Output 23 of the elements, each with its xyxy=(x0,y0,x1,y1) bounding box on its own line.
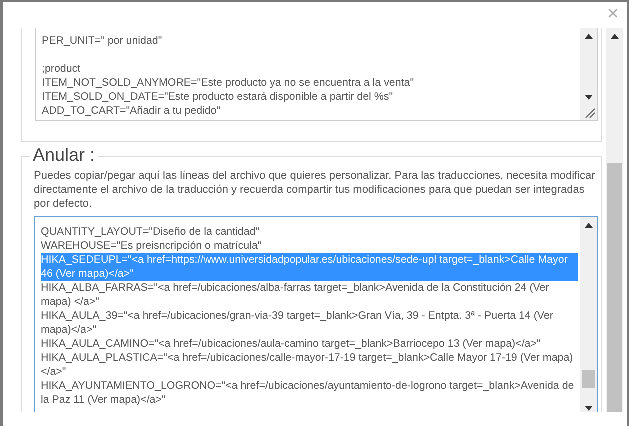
scroll-down-icon[interactable] xyxy=(584,406,592,411)
scrollbar-thumb[interactable] xyxy=(582,370,595,388)
scroll-up-icon[interactable] xyxy=(584,34,592,39)
code-line: ADD_TO_CART="Añadir a tu pedido" xyxy=(42,104,222,118)
scroll-up-icon[interactable] xyxy=(610,34,618,39)
code-line: ITEM_NOT_SOLD_ANYMORE="Este producto ya no se encuentra a la venta" xyxy=(42,76,416,90)
code-line: HIKA_AULA_39="<a href=/ubicaciones/gran-via-39 target=_blank>Gran Vía, 39 - Entpta. 3ª - Puerta 14 (Ver mapa)</a>" xyxy=(41,309,554,337)
code-line: PER_UNIT=" por unidad" xyxy=(42,34,164,48)
code-line: HIKA_AULA_CAMINO="<a href=/ubicaciones/aula-camino target=_blank>Barriocepo 13 (Ver mapa)</a>" xyxy=(41,337,541,351)
code-line: ITEM_SOLD_ON_DATE="Este producto estará disponible a partir del %s" xyxy=(42,90,394,104)
text-area[interactable] xyxy=(34,216,598,412)
code-line: HIKA_AULA_PLASTICA="<a href=/ubicaciones/calle-mayor-17-19 target=_blank>Calle Mayor 17-19 (Ver mapa) </a>" xyxy=(41,351,574,379)
scrollbar-thumb[interactable] xyxy=(607,163,622,412)
code-line: HIKA_AYUNTAMIENTO_LOGRONO="<a href=/ubicaciones/ayuntamiento-de-logrono target=_blank>Avenida de la Paz 11 (Ver mapa)</a>" xyxy=(41,379,576,407)
code-line: HIKA_ALBA_FARRAS="<a href=/ubicaciones/alba-farras target=_blank>Avenida de la Constitución 24 (Ver mapa) </a>" xyxy=(41,281,550,309)
text-area[interactable]: PER_UNIT=" por unidad" ;product ITEM_NOT_SOLD_ANYMORE="Este producto ya no se encuentra a la venta" ITEM_SOLD_ON_DATE="Este producto estará disponible a partir del %s" ADD_TO_CART="Añadir a tu pedido" xyxy=(35,28,598,121)
code-line: WAREHOUSE="Es preisncripción o matrícula" xyxy=(41,239,262,253)
scroll-down-icon[interactable] xyxy=(584,95,592,100)
scroll-up-icon[interactable] xyxy=(584,223,592,228)
description-text: Puedes copiar/pegar aquí las líneas del archivo que quieres personalizar. Para las traducciones, necesita modificar directamente el archivo de la traducción y recuerda compartir tus modificaciones para que puedan ser integradas por defecto. xyxy=(34,169,596,212)
code-line: QUANTITY_LAYOUT="Diseño de la cantidad" xyxy=(41,225,260,239)
resize-grip-icon[interactable] xyxy=(585,108,595,118)
code-line: ;product xyxy=(42,62,82,76)
